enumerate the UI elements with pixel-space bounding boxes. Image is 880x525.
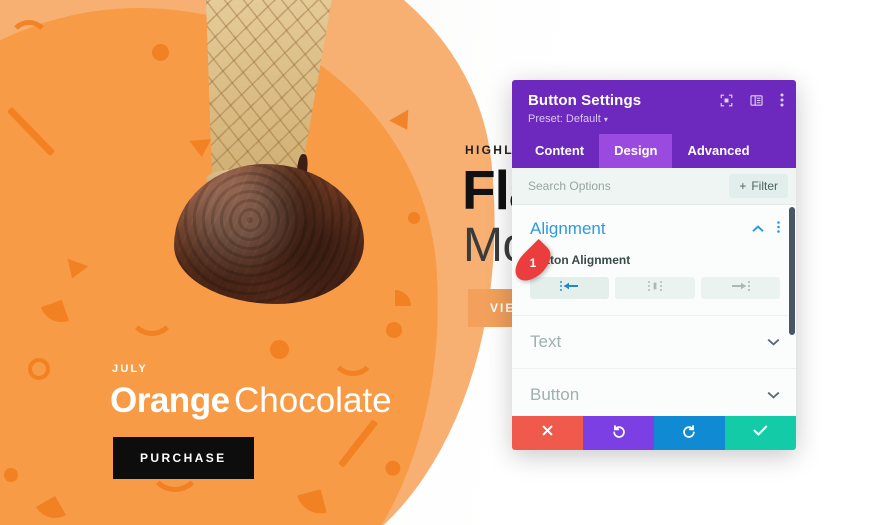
step-marker-1: 1 (508, 238, 558, 288)
chevron-down-icon (767, 386, 780, 404)
search-input[interactable] (528, 179, 678, 193)
align-center-icon (645, 279, 665, 297)
align-center-option[interactable] (615, 277, 695, 299)
modal-footer (512, 416, 796, 450)
chocolate-scoop (174, 164, 364, 304)
align-right-option[interactable] (700, 277, 780, 299)
chevron-down-icon (767, 333, 780, 351)
modal-body: Alignment Button Alignment Text Button (512, 205, 796, 416)
tab-content[interactable]: Content (520, 134, 599, 168)
plus-icon: + (739, 179, 747, 193)
align-left-icon (559, 279, 580, 297)
filter-button[interactable]: + Filter (729, 174, 788, 198)
modal-preset[interactable]: Preset: Default ▾ (528, 113, 780, 125)
section-kebab-menu-icon[interactable] (777, 220, 780, 238)
month-label: JULY (112, 363, 148, 375)
save-button[interactable] (725, 416, 796, 450)
search-row: + Filter (512, 168, 796, 205)
layout-panel-icon[interactable] (750, 94, 763, 107)
button-alignment-label: Button Alignment (530, 253, 631, 267)
section-button-title: Button (530, 385, 580, 404)
button-settings-modal: Button Settings Preset: Default ▾ Conten… (512, 80, 796, 450)
modal-scrollbar[interactable] (788, 205, 796, 416)
modal-header: Button Settings Preset: Default ▾ (512, 80, 796, 134)
section-alignment-tools (752, 220, 780, 238)
filter-button-label: Filter (751, 179, 778, 193)
close-x-icon (541, 424, 554, 442)
tab-design[interactable]: Design (599, 134, 673, 168)
button-alignment-options (530, 277, 780, 299)
screenshot-root: HIGHLIGHT Fla Mo VIEW JULY Orange Chocol… (0, 0, 880, 525)
focus-target-icon[interactable] (720, 94, 733, 107)
modal-header-icons (720, 93, 784, 107)
modal-tabs: Content Design Advanced (512, 134, 796, 168)
scoop-texture (174, 164, 364, 304)
marker-number: 1 (529, 256, 537, 270)
tab-advanced[interactable]: Advanced (672, 134, 764, 168)
chevron-down-icon: ▾ (603, 115, 608, 124)
undo-button[interactable] (583, 416, 654, 450)
redo-icon (682, 423, 697, 443)
modal-preset-label: Preset: Default (528, 113, 601, 125)
section-alignment-header[interactable]: Alignment (530, 219, 780, 239)
checkmark-icon (753, 424, 768, 442)
chevron-up-icon[interactable] (752, 220, 764, 238)
ice-cream-cone-image (150, 0, 365, 304)
product-title: Orange Chocolate (110, 381, 392, 421)
align-left-option[interactable] (530, 277, 610, 299)
modal-scrollbar-thumb[interactable] (789, 207, 795, 335)
undo-icon (611, 423, 626, 443)
product-title-light: Chocolate (234, 381, 392, 420)
section-text-title: Text (530, 332, 562, 351)
cancel-button[interactable] (512, 416, 583, 450)
section-alignment-title: Alignment (530, 219, 606, 238)
section-alignment: Alignment Button Alignment (512, 205, 796, 316)
kebab-menu-icon[interactable] (780, 93, 784, 107)
redo-button[interactable] (654, 416, 725, 450)
section-button[interactable]: Button (512, 369, 796, 416)
align-right-icon (730, 279, 751, 297)
product-title-bold: Orange (110, 381, 230, 420)
purchase-button[interactable]: PURCHASE (113, 437, 254, 479)
section-text[interactable]: Text (512, 316, 796, 369)
